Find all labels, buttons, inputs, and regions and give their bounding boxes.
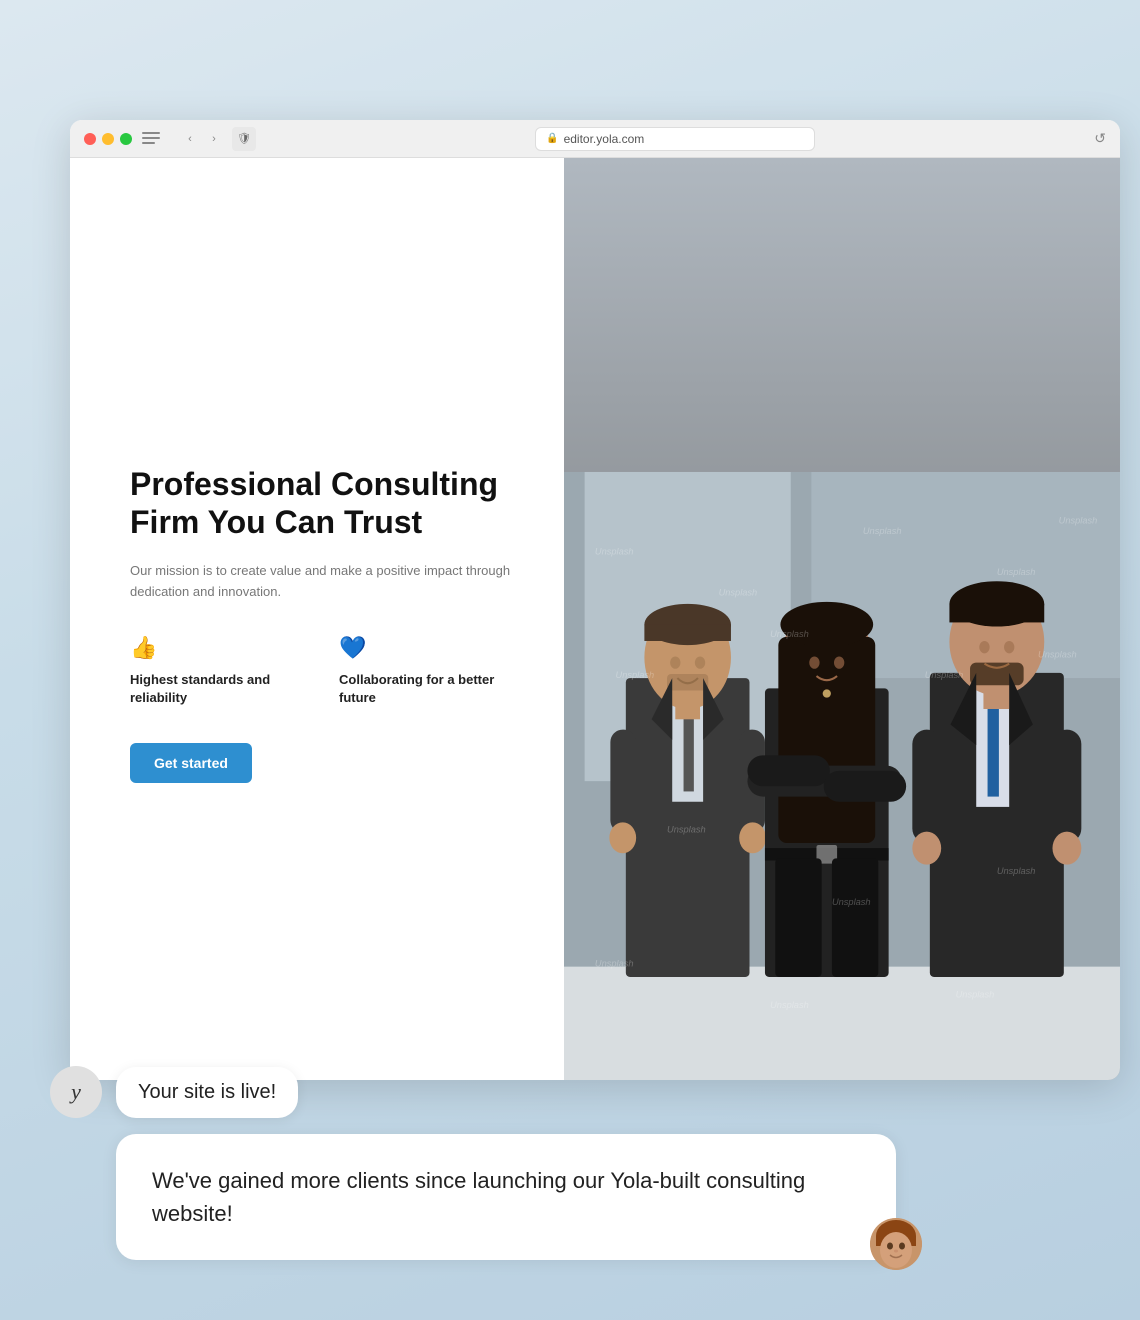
browser-nav-controls: ‹ › (182, 131, 222, 147)
security-icon: 🛡 (232, 127, 256, 151)
feature-item-1: 👍 Highest standards and reliability (130, 635, 309, 707)
feature-label-2: Collaborating for a better future (339, 671, 513, 707)
traffic-lights (84, 133, 132, 145)
svg-text:Unsplash: Unsplash (594, 959, 633, 969)
chat-bubble-2-text: We've gained more clients since launchin… (152, 1168, 805, 1226)
feature-item-2: 💙 Collaborating for a better future (339, 635, 513, 707)
browser-window: ‹ › 🛡 🔒 editor.yola.com ↺ Professional C… (70, 120, 1120, 1080)
user-avatar-image (870, 1218, 922, 1270)
chat-bubble-2: We've gained more clients since launchin… (116, 1134, 896, 1260)
minimize-button[interactable] (102, 133, 114, 145)
heart-icon: 💙 (339, 635, 513, 661)
url-text: editor.yola.com (564, 132, 645, 146)
address-bar[interactable]: 🔒 editor.yola.com (535, 127, 815, 151)
get-started-button[interactable]: Get started (130, 743, 252, 783)
svg-text:Unsplash: Unsplash (996, 567, 1035, 577)
svg-text:Unsplash: Unsplash (1058, 516, 1097, 526)
chat-bubble-1: Your site is live! (116, 1067, 298, 1118)
people-illustration: Unsplash Unsplash Unsplash Unsplash Unsp… (564, 158, 1121, 1080)
consulting-image: Unsplash Unsplash Unsplash Unsplash Unsp… (564, 158, 1121, 1080)
left-panel: Professional Consulting Firm You Can Tru… (70, 158, 564, 1080)
hero-image-panel: Unsplash Unsplash Unsplash Unsplash Unsp… (564, 158, 1121, 1080)
svg-text:Unsplash: Unsplash (770, 1000, 809, 1010)
svg-text:Unsplash: Unsplash (667, 825, 706, 835)
sidebar-toggle-icon[interactable] (142, 132, 160, 146)
maximize-button[interactable] (120, 133, 132, 145)
yola-avatar: y (50, 1066, 102, 1118)
svg-text:Unsplash: Unsplash (770, 629, 809, 639)
svg-text:Unsplash: Unsplash (924, 670, 963, 680)
features-row: 👍 Highest standards and reliability 💙 Co… (130, 635, 514, 707)
svg-text:Unsplash: Unsplash (831, 897, 870, 907)
back-button[interactable]: ‹ (182, 131, 198, 147)
hero-title: Professional Consulting Firm You Can Tru… (130, 465, 514, 542)
svg-text:Unsplash: Unsplash (718, 588, 757, 598)
svg-text:Unsplash: Unsplash (594, 546, 633, 556)
browser-content: Professional Consulting Firm You Can Tru… (70, 158, 1120, 1080)
svg-text:Unsplash: Unsplash (615, 670, 654, 680)
chat-overlay: y Your site is live! We've gained more c… (50, 1066, 1140, 1260)
svg-text:Unsplash: Unsplash (996, 866, 1035, 876)
svg-text:Unsplash: Unsplash (862, 526, 901, 536)
hero-description: Our mission is to create value and make … (130, 561, 514, 603)
thumbs-up-icon: 👍 (130, 635, 309, 661)
close-button[interactable] (84, 133, 96, 145)
chat-row-left: y Your site is live! (50, 1066, 1140, 1118)
svg-text:Unsplash: Unsplash (1038, 649, 1077, 659)
lock-icon: 🔒 (546, 133, 558, 144)
feature-label-1: Highest standards and reliability (130, 671, 309, 707)
reload-button[interactable]: ↺ (1094, 130, 1106, 147)
browser-chrome: ‹ › 🛡 🔒 editor.yola.com ↺ (70, 120, 1120, 158)
svg-text:Unsplash: Unsplash (955, 990, 994, 1000)
user-avatar (870, 1218, 922, 1270)
forward-button[interactable]: › (206, 131, 222, 147)
address-bar-wrap: 🔒 editor.yola.com (266, 127, 1084, 151)
